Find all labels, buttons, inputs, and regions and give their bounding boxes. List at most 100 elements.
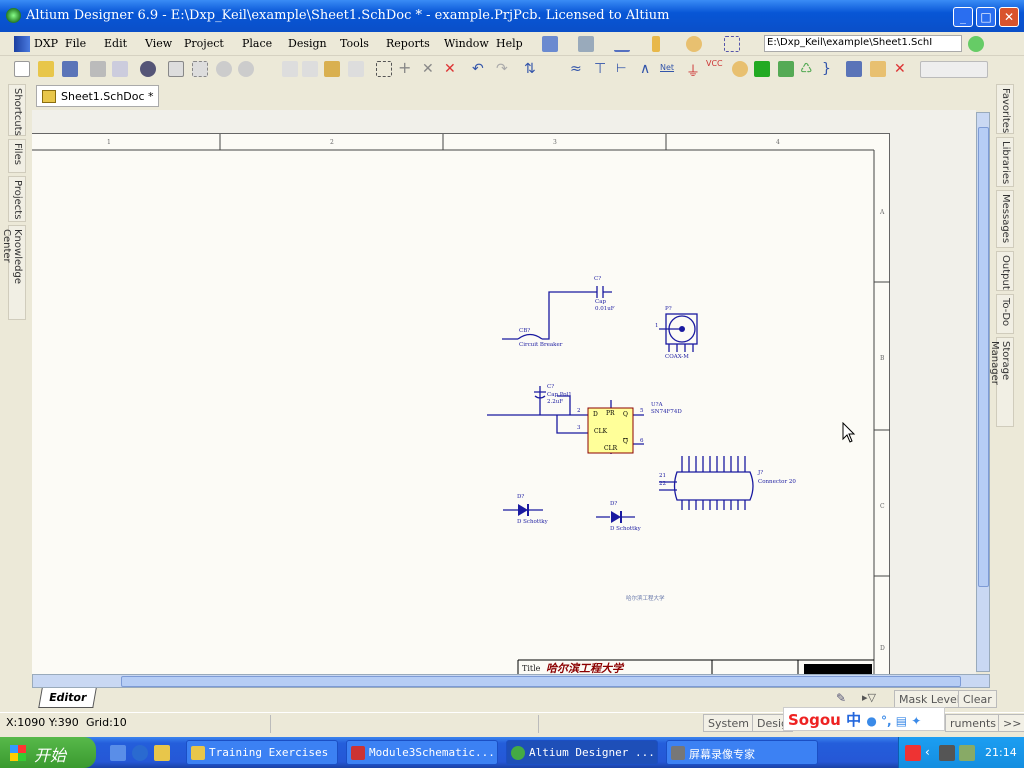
maximize-button[interactable]: □	[976, 7, 996, 27]
designator[interactable]: D?	[610, 501, 617, 507]
zoom-area-icon[interactable]	[192, 61, 208, 77]
select-area-icon[interactable]	[376, 61, 392, 77]
menu-edit[interactable]: Edit	[104, 37, 127, 50]
print-icon[interactable]	[90, 61, 106, 77]
instruments-button[interactable]: ruments	[945, 714, 1001, 732]
value[interactable]: 2.2uF	[547, 399, 563, 405]
component-icon[interactable]	[652, 36, 660, 52]
designator[interactable]: U?A	[651, 402, 664, 408]
deselect-icon[interactable]: ✕	[422, 61, 438, 77]
designator[interactable]: D?	[517, 494, 524, 500]
vcc-port-icon[interactable]: VCC	[706, 59, 723, 75]
comment[interactable]: Cap Pol1	[547, 392, 572, 398]
device-sheet-icon[interactable]: ♺	[800, 61, 816, 77]
quicklaunch-icon[interactable]	[154, 745, 170, 761]
designator[interactable]: P?	[665, 306, 672, 312]
menu-reports[interactable]: Reports	[386, 37, 430, 50]
hierarchy-icon[interactable]: ⇅	[524, 61, 540, 77]
menu-place[interactable]: Place	[242, 37, 272, 50]
task-module3schematic[interactable]: Module3Schematic...	[346, 740, 498, 765]
menu-design[interactable]: Design	[288, 37, 327, 50]
power-port-icon[interactable]	[578, 36, 594, 52]
bus-entry-icon[interactable]: ⊢	[616, 61, 632, 77]
schematic-editor-canvas[interactable]: 1 2 3 4 A B C D C? Cap 0.01uF CB? Circui…	[32, 110, 976, 674]
schottky-diode-symbol[interactable]	[611, 511, 621, 523]
sheet-entry-icon[interactable]	[778, 61, 794, 77]
panel-tab-favorites[interactable]: Favorites	[996, 84, 1014, 134]
panel-tab-libraries[interactable]: Libraries	[996, 137, 1014, 187]
comment[interactable]: Circuit Breaker	[519, 342, 563, 348]
wiring-tool-icon[interactable]	[542, 36, 558, 52]
place-wire-icon[interactable]: ≈	[570, 61, 586, 77]
comment[interactable]: D Schottky	[517, 519, 549, 525]
menu-help[interactable]: Help	[496, 37, 523, 50]
horizontal-scroll-thumb[interactable]	[121, 676, 961, 687]
system-button[interactable]: System	[703, 714, 755, 732]
vertical-scroll-thumb[interactable]	[978, 127, 989, 587]
clock[interactable]: 21:14	[985, 746, 1017, 759]
ground-icon[interactable]	[614, 36, 630, 52]
comment[interactable]: SN74F74D	[651, 409, 682, 415]
clear-button[interactable]: Clear	[958, 690, 997, 708]
panel-tab-output[interactable]: Output	[996, 251, 1014, 291]
ie-icon[interactable]	[132, 745, 148, 761]
port-place-icon[interactable]	[870, 61, 886, 77]
open-icon[interactable]	[38, 61, 54, 77]
sogou-tray-icon[interactable]	[905, 745, 921, 761]
network-icon[interactable]	[959, 745, 975, 761]
signal-harness-icon[interactable]: ∧	[640, 61, 656, 77]
menu-window[interactable]: Window	[444, 37, 489, 50]
print-preview-icon[interactable]	[112, 61, 128, 77]
net-label-icon[interactable]: Net	[660, 63, 676, 79]
minimize-button[interactable]: _	[953, 7, 973, 27]
new-icon[interactable]	[14, 61, 30, 77]
menu-project[interactable]: Project	[184, 37, 224, 50]
comment[interactable]: Connector 20	[758, 479, 796, 485]
title-block-value[interactable]: 哈尔滨工程大学	[546, 662, 625, 674]
rubber-stamp-icon[interactable]	[348, 61, 364, 77]
document-path-dropdown[interactable]: E:\Dxp_Keil\example\Sheet1.SchI	[764, 35, 962, 52]
menu-dxp[interactable]: DXP	[34, 37, 58, 50]
filter-dropdown[interactable]	[920, 61, 988, 78]
pencil-icon[interactable]: ✎	[836, 691, 850, 705]
mask-level-button[interactable]: Mask Level	[894, 690, 965, 708]
quicklaunch-icon[interactable]	[110, 745, 126, 761]
designator[interactable]: C?	[547, 384, 554, 390]
designator[interactable]: CB?	[519, 328, 530, 334]
copy-icon[interactable]	[302, 61, 318, 77]
comment[interactable]: Cap	[595, 299, 606, 305]
zoom-filter-icon[interactable]	[238, 61, 254, 77]
clear-filter-icon[interactable]: ✕	[444, 61, 460, 77]
harness-entry-icon[interactable]	[846, 61, 862, 77]
redo-icon[interactable]: ↷	[496, 61, 512, 77]
capacitor-symbol[interactable]	[596, 286, 604, 298]
comment[interactable]: COAX-M	[665, 354, 689, 360]
paste-icon[interactable]	[324, 61, 340, 77]
designator[interactable]: C?	[594, 276, 601, 282]
panel-tab-shortcuts[interactable]: Shortcuts	[8, 84, 26, 136]
place-bus-icon[interactable]: ⊤	[594, 61, 610, 77]
no-erc-icon[interactable]: ✕	[894, 61, 910, 77]
panel-tab-projects[interactable]: Projects	[8, 176, 26, 222]
move-icon[interactable]: +	[398, 60, 414, 77]
menu-view[interactable]: View	[145, 37, 172, 50]
menu-file[interactable]: File	[65, 37, 86, 50]
value[interactable]: 0.01uF	[595, 306, 615, 312]
panel-tab-storage-manager[interactable]: Storage Manager	[989, 337, 1014, 427]
compile-icon[interactable]	[140, 61, 156, 77]
designator[interactable]: J?	[757, 470, 763, 476]
panel-tab-files[interactable]: Files	[8, 139, 26, 173]
sogou-ime-toolbar[interactable]: Sogou 中 ● °, ▤ ✦	[783, 707, 945, 731]
vertical-scrollbar[interactable]	[976, 112, 990, 672]
more-panels-button[interactable]: >>	[998, 714, 1024, 732]
harness-connector-icon[interactable]: }	[822, 61, 838, 77]
panel-tab-messages[interactable]: Messages	[996, 190, 1014, 248]
recorder-tray-icon[interactable]	[939, 745, 955, 761]
menu-tools[interactable]: Tools	[340, 37, 369, 50]
horizontal-scrollbar[interactable]	[32, 674, 990, 688]
task-altium-designer[interactable]: Altium Designer ...	[506, 740, 658, 765]
circuit-breaker-symbol[interactable]	[517, 333, 543, 340]
task-screen-recorder[interactable]: 屏幕录像专家	[666, 740, 818, 765]
gnd-port-icon[interactable]: ⏚	[686, 61, 702, 80]
sheet-text-annotation[interactable]: 哈尔滨工程大学	[626, 594, 665, 602]
